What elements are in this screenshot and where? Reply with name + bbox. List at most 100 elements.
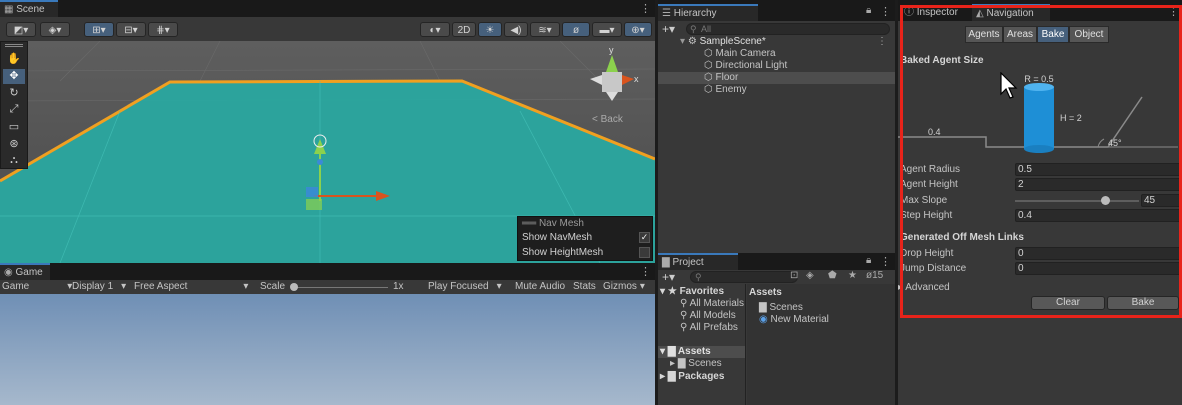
tab-hierarchy[interactable]: ☰ Hierarchy xyxy=(658,4,758,21)
project-search-input[interactable]: ⚲ xyxy=(690,271,798,283)
project-content: Assets ▇ Scenes ◉ New Material xyxy=(747,284,895,405)
scale-slider-thumb[interactable] xyxy=(290,283,298,291)
grid-dropdown[interactable]: ⋕▾ xyxy=(148,22,178,37)
visibility-toggle[interactable]: ø xyxy=(562,22,590,37)
favorite-item[interactable]: ⚲ All Materials xyxy=(680,298,744,310)
lock-icon[interactable]: 🔒︎ xyxy=(866,5,871,16)
gizmos-dropdown-game[interactable]: Gizmos ▾ xyxy=(603,279,645,295)
jump-distance-field[interactable]: 0 xyxy=(1015,262,1182,275)
tab-inspector[interactable]: ⓘ Inspector xyxy=(900,4,972,21)
camera-dropdown[interactable]: ▬▾ xyxy=(592,22,622,37)
slope-label: 45° xyxy=(1108,138,1122,148)
star-icon[interactable]: ★ xyxy=(848,270,857,281)
tab-project[interactable]: ▇ Project xyxy=(658,253,738,270)
overlay-handle-icon[interactable]: ══ xyxy=(522,218,539,229)
tab-navigation[interactable]: ◭ Navigation xyxy=(972,4,1050,21)
render-mode-dropdown[interactable]: ◈▾ xyxy=(40,22,70,37)
segment-bake[interactable]: Bake xyxy=(1037,26,1069,43)
sphere-icon: ◐▾ xyxy=(429,25,441,36)
expand-arrow-icon: ▾ xyxy=(660,346,668,357)
toggle-2d-button[interactable]: 2D xyxy=(452,22,476,37)
label-icon[interactable]: ⬟ xyxy=(828,270,837,281)
asset-item[interactable]: ▇ Scenes xyxy=(759,302,803,314)
inspector-more-menu-icon[interactable]: ⋮ xyxy=(1168,5,1179,18)
move-tool-icon[interactable]: ✥ xyxy=(3,69,25,84)
back-label[interactable]: < Back xyxy=(592,114,624,125)
scene-root-row[interactable]: ▾ ⚙ SampleScene* ⋮ xyxy=(680,36,893,48)
show-heightmesh-checkbox[interactable] xyxy=(639,247,650,258)
agent-height-field[interactable]: 2 xyxy=(1015,178,1182,191)
effects-dropdown[interactable]: ≋▾ xyxy=(530,22,560,37)
more-menu-icon[interactable]: ⋮ xyxy=(640,2,651,15)
gamepad-icon: ◉ xyxy=(4,267,16,278)
packages-tree-row[interactable]: ▸ ▇ Packages xyxy=(660,371,724,383)
max-slope-slider-thumb[interactable] xyxy=(1101,196,1110,205)
shading-dropdown[interactable]: ◐▾ xyxy=(420,22,450,37)
rotate-tool-icon[interactable]: ↻ xyxy=(3,86,25,101)
hierarchy-item[interactable]: ⬡ Main Camera xyxy=(658,48,895,60)
cube-icon: ◈▾ xyxy=(48,25,62,36)
hierarchy-search-input[interactable]: ⚲ All xyxy=(686,23,890,35)
game-viewport[interactable] xyxy=(0,294,655,405)
star-icon: ★ xyxy=(667,286,680,297)
segment-areas[interactable]: Areas xyxy=(1003,26,1037,43)
max-slope-slider-track[interactable] xyxy=(1015,200,1139,202)
mute-audio-toggle[interactable]: Mute Audio xyxy=(515,279,565,295)
custom-tool-icon[interactable]: ⛬ xyxy=(3,154,25,169)
pivot-dropdown[interactable]: ⊞▾ xyxy=(84,22,114,37)
segment-object[interactable]: Object xyxy=(1069,26,1109,43)
project-lock-icon[interactable]: 🔒︎ xyxy=(866,255,871,266)
scenes-tree-row[interactable]: ▸ ▇ Scenes xyxy=(670,358,722,370)
drop-height-field[interactable]: 0 xyxy=(1015,247,1182,260)
audio-toggle[interactable]: ◀) xyxy=(504,22,528,37)
bake-button[interactable]: Bake xyxy=(1107,296,1179,310)
segment-agents[interactable]: Agents xyxy=(965,26,1003,43)
hierarchy-more-menu-icon[interactable]: ⋮ xyxy=(880,5,891,18)
game-more-menu-icon[interactable]: ⋮ xyxy=(640,265,651,278)
transform-tool-icon[interactable]: ⊛ xyxy=(3,137,25,152)
hierarchy-item[interactable]: ⬡ Enemy xyxy=(658,84,895,96)
hierarchy-item-selected[interactable]: ⬡ Floor xyxy=(658,72,895,84)
display-dropdown[interactable]: Display 1 ▾ xyxy=(72,279,126,295)
max-slope-field[interactable]: 45 xyxy=(1141,194,1182,207)
snap-dropdown[interactable]: ⊟▾ xyxy=(116,22,146,37)
dropdown-arrow-icon: ▾ xyxy=(639,281,645,292)
advanced-foldout[interactable]: ▸ Advanced xyxy=(898,282,950,293)
filter-type-icon[interactable]: ◈ xyxy=(806,270,814,281)
step-height-field[interactable]: 0.4 xyxy=(1015,209,1182,222)
scale-tool-icon[interactable]: ⤢ xyxy=(3,103,25,118)
tab-scene[interactable]: ▦ Scene xyxy=(0,0,58,17)
tab-game[interactable]: ◉ Game xyxy=(0,263,50,280)
draw-mode-dropdown[interactable]: ◩▾ xyxy=(6,22,36,37)
clear-button[interactable]: Clear xyxy=(1031,296,1105,310)
hierarchy-item[interactable]: ⬡ Directional Light xyxy=(658,60,895,72)
stats-toggle[interactable]: Stats xyxy=(573,279,596,295)
agent-radius-field[interactable]: 0.5 xyxy=(1015,163,1182,176)
add-button[interactable]: +▾ xyxy=(662,22,675,36)
rect-tool-icon[interactable]: ▭ xyxy=(3,120,25,135)
drag-handle-icon[interactable] xyxy=(5,44,23,47)
search-by-type-icon[interactable]: ⊡ xyxy=(790,270,798,281)
play-focused-dropdown[interactable]: Play Focused ▾ xyxy=(428,279,502,295)
project-add-button[interactable]: +▾ xyxy=(662,270,675,284)
show-navmesh-checkbox[interactable]: ✓ xyxy=(639,232,650,243)
scene-more-icon[interactable]: ⋮ xyxy=(877,36,887,48)
step-label: 0.4 xyxy=(928,127,941,137)
project-more-menu-icon[interactable]: ⋮ xyxy=(880,255,891,268)
game-mode-dropdown[interactable]: Game ▾ xyxy=(2,279,72,295)
lighting-toggle[interactable]: ☀ xyxy=(478,22,502,37)
scale-slider-track[interactable] xyxy=(292,287,388,288)
gizmos-dropdown[interactable]: ⊕▾ xyxy=(624,22,652,37)
gameobject-icon: ⬡ xyxy=(704,60,716,71)
collapse-arrow-icon: ▸ xyxy=(670,358,678,369)
show-navmesh-label: Show NavMesh xyxy=(522,232,593,243)
aspect-dropdown[interactable]: Free Aspect ▾ xyxy=(134,279,248,295)
assets-tree-row[interactable]: ▾ ▇ Assets xyxy=(658,346,745,358)
favorite-item[interactable]: ⚲ All Prefabs xyxy=(680,322,738,334)
hidden-packages-toggle[interactable]: ø15 xyxy=(866,270,883,281)
favorites-row[interactable]: ▾ ★ Favorites xyxy=(660,286,724,298)
assets-breadcrumb[interactable]: Assets xyxy=(749,287,782,299)
asset-item[interactable]: ◉ New Material xyxy=(759,314,829,326)
favorite-item[interactable]: ⚲ All Models xyxy=(680,310,736,322)
hand-tool-icon[interactable]: ✋ xyxy=(3,52,25,67)
